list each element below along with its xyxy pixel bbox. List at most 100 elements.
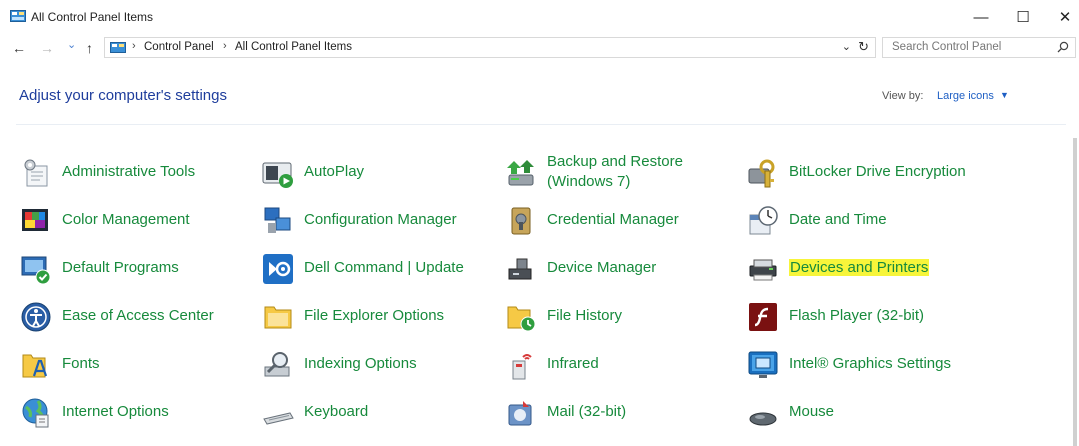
item-indexing-options[interactable]: Indexing Options [262, 344, 500, 388]
item-color-management[interactable]: Color Management [20, 200, 258, 244]
mouse-icon [749, 412, 777, 426]
caret-down-icon[interactable]: ▼ [1000, 90, 1009, 100]
item-label: File Explorer Options [304, 307, 445, 324]
item-date-and-time[interactable]: Date and Time [747, 200, 985, 244]
item-label: Dell Command | Update [304, 259, 464, 276]
control-panel-icon [10, 10, 26, 22]
credential-manager-icon [511, 207, 531, 235]
maximize-button[interactable]: ☐ [1003, 3, 1043, 31]
item-label: Ease of Access Center [62, 307, 214, 324]
item-ease-of-access[interactable]: Ease of Access Center [20, 296, 258, 340]
minimize-button[interactable]: — [961, 3, 1001, 31]
breadcrumb-all-items[interactable]: All Control Panel Items [235, 41, 352, 53]
item-label: Administrative Tools [62, 163, 196, 180]
keyboard-icon [263, 412, 294, 425]
indexing-options-icon [264, 352, 290, 377]
item-label: Color Management [62, 211, 190, 228]
item-administrative-tools[interactable]: Administrative Tools [20, 152, 258, 196]
view-by-dropdown[interactable]: Large icons [937, 90, 994, 102]
breadcrumb-separator: › [132, 40, 136, 52]
item-label: Mouse [789, 403, 835, 420]
item-label: Internet Options [62, 403, 169, 420]
backup-restore-icon [507, 160, 534, 186]
devices-printers-icon [749, 259, 777, 281]
item-bitlocker[interactable]: BitLocker Drive Encryption [747, 152, 985, 196]
search-highlight: Devices and Printers [789, 259, 930, 276]
control-panel-items: Administrative Tools AutoPlay Backup and… [0, 148, 1079, 446]
address-dropdown-icon[interactable]: ⌄ [842, 40, 851, 53]
item-label: Fonts [62, 355, 100, 372]
item-configuration-manager[interactable]: Configuration Manager [262, 200, 500, 244]
refresh-icon[interactable]: ↻ [858, 39, 869, 55]
item-label: File History [547, 307, 623, 324]
forward-arrow-icon[interactable]: → [40, 40, 54, 56]
item-file-history[interactable]: File History [505, 296, 743, 340]
device-manager-icon [508, 258, 532, 280]
item-label: Credential Manager [547, 211, 679, 228]
item-dell-command-update[interactable]: Dell Command | Update [262, 248, 500, 292]
item-label: Indexing Options [304, 355, 417, 372]
item-devices-and-printers[interactable]: Devices and Printers [747, 248, 985, 292]
color-management-icon [22, 209, 48, 231]
item-mouse[interactable]: Mouse [747, 392, 985, 436]
item-label: AutoPlay [304, 163, 365, 180]
breadcrumb-control-panel[interactable]: Control Panel [144, 41, 214, 53]
page-title: Adjust your computer's settings [19, 87, 227, 104]
item-infrared[interactable]: Infrared [505, 344, 743, 388]
item-label: Flash Player (32-bit) [789, 307, 925, 324]
search-input[interactable]: Search Control Panel [892, 41, 1001, 53]
mail-icon [508, 401, 532, 426]
window-title: All Control Panel Items [31, 10, 154, 24]
item-internet-options[interactable]: Internet Options [20, 392, 258, 436]
internet-options-icon [22, 398, 49, 428]
item-label: Intel® Graphics Settings [789, 355, 951, 372]
back-arrow-icon[interactable]: ← [12, 40, 26, 56]
bitlocker-icon [748, 159, 775, 188]
item-intel-graphics[interactable]: Intel® Graphics Settings [747, 344, 985, 388]
ease-of-access-icon [21, 302, 51, 332]
view-by-label: View by: [882, 90, 924, 102]
close-button[interactable]: ✕ [1045, 3, 1079, 31]
control-panel-icon [110, 42, 126, 53]
item-label: Infrared [547, 355, 599, 372]
recent-locations-icon[interactable]: ⌄ [67, 38, 76, 51]
search-box[interactable]: Search Control Panel [882, 37, 1076, 58]
item-label: Backup and Restore (Windows 7) [547, 153, 683, 190]
configuration-manager-icon [264, 207, 291, 233]
address-bar[interactable]: › Control Panel › All Control Panel Item… [104, 37, 876, 58]
item-label: BitLocker Drive Encryption [789, 163, 966, 180]
item-label: Devices and Printers [789, 258, 930, 278]
infrared-icon [512, 354, 532, 380]
item-label: Device Manager [547, 259, 657, 276]
item-label: Configuration Manager [304, 211, 457, 228]
admin-tools-icon [24, 159, 48, 187]
intel-graphics-icon [748, 351, 778, 378]
item-label: Date and Time [789, 211, 887, 228]
item-label: Default Programs [62, 259, 179, 276]
fonts-icon [22, 354, 48, 378]
item-fonts[interactable]: Fonts [20, 344, 258, 388]
flash-player-icon [749, 303, 777, 331]
item-label: Keyboard [304, 403, 369, 420]
item-flash-player[interactable]: Flash Player (32-bit) [747, 296, 985, 340]
item-file-explorer-options[interactable]: File Explorer Options [262, 296, 500, 340]
item-autoplay[interactable]: AutoPlay [262, 152, 500, 196]
item-backup-and-restore[interactable]: Backup and Restore (Windows 7) [505, 152, 743, 196]
item-keyboard[interactable]: Keyboard [262, 392, 500, 436]
autoplay-icon [262, 162, 293, 188]
search-icon[interactable] [1057, 41, 1069, 53]
default-programs-icon [21, 256, 51, 285]
file-explorer-options-icon [264, 306, 292, 329]
date-time-icon [749, 206, 778, 235]
item-label: Mail (32-bit) [547, 403, 627, 420]
divider [16, 124, 1066, 125]
item-credential-manager[interactable]: Credential Manager [505, 200, 743, 244]
file-history-icon [507, 306, 536, 332]
item-default-programs[interactable]: Default Programs [20, 248, 258, 292]
dell-command-update-icon [263, 254, 293, 284]
item-device-manager[interactable]: Device Manager [505, 248, 743, 292]
breadcrumb-separator: › [223, 40, 227, 52]
up-arrow-icon[interactable]: ↑ [86, 40, 93, 56]
title-bar: All Control Panel Items — ☐ ✕ [0, 0, 1079, 34]
item-mail[interactable]: Mail (32-bit) [505, 392, 743, 436]
